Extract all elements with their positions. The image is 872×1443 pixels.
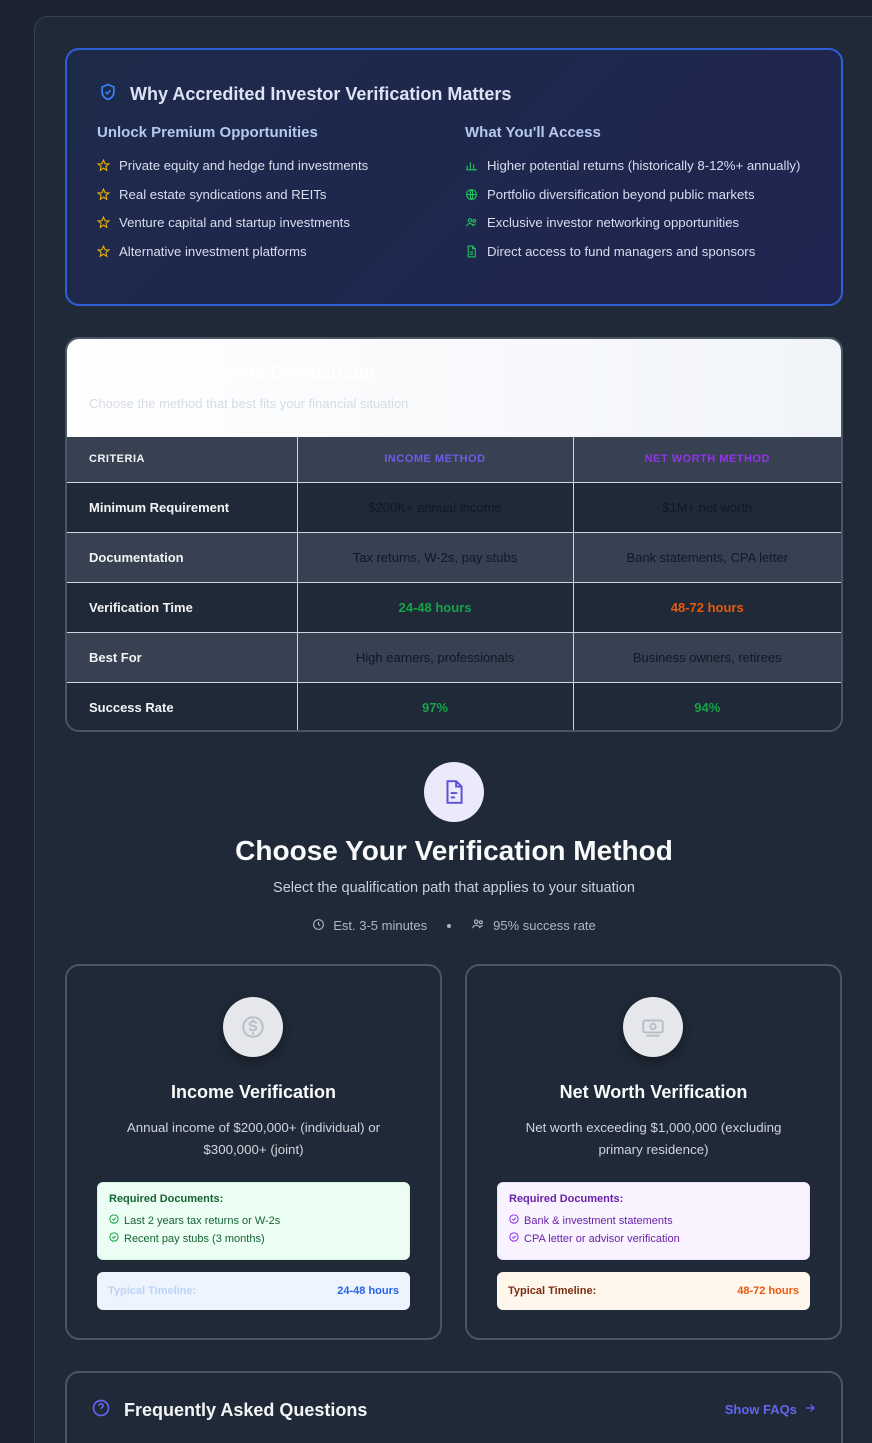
what-youll-access-heading: What You'll Access: [465, 124, 601, 141]
list-item: Real estate syndications and REITs: [96, 185, 437, 206]
arrow-right-icon: [803, 1401, 817, 1418]
table-row: Minimum Requirement $200K+ annual income…: [67, 482, 841, 533]
premium-opportunities-column: Unlock Premium Opportunities Private equ…: [96, 124, 437, 270]
income-required-documents: Required Documents: Last 2 years tax ret…: [97, 1182, 410, 1260]
document-icon: [465, 244, 479, 263]
success-rate: 95% success rate: [471, 917, 596, 934]
comparison-subtitle: Choose the method that best fits your fi…: [89, 396, 409, 411]
help-circle-icon: [91, 1398, 111, 1423]
networth-card-title: Net Worth Verification: [559, 1082, 748, 1102]
income-card-description: Annual income of $200,000+ (individual) …: [126, 1120, 381, 1157]
users-icon: [465, 215, 479, 234]
list-item: Alternative investment platforms: [96, 242, 437, 263]
bar-chart-icon: [465, 158, 479, 177]
choose-method-title: Choose Your Verification Method: [235, 835, 673, 866]
comparison-title: Verification Methods Comparison: [89, 363, 376, 383]
list-item: Portfolio diversification beyond public …: [465, 185, 805, 206]
separator-dot: [447, 923, 452, 928]
shield-check-icon: [98, 82, 118, 107]
networth-required-documents: Required Documents: Bank & investment st…: [497, 1182, 810, 1260]
estimated-time: Est. 3-5 minutes: [312, 918, 427, 934]
check-circle-icon: [509, 1214, 519, 1227]
why-verification-card: Why Accredited Investor Verification Mat…: [65, 48, 843, 306]
dollar-icon: [223, 997, 283, 1057]
choose-method-meta: Est. 3-5 minutes 95% success rate: [0, 917, 872, 934]
list-item: Bank & investment statements: [509, 1214, 798, 1227]
methods-comparison-card: Verification Methods Comparison Choose t…: [65, 337, 843, 732]
list-item: Direct access to fund managers and spons…: [465, 242, 805, 263]
list-item: Last 2 years tax returns or W-2s: [109, 1214, 398, 1227]
check-circle-icon: [509, 1232, 519, 1245]
what-youll-access-column: What You'll Access Higher potential retu…: [465, 124, 805, 270]
faq-title: Frequently Asked Questions: [91, 1398, 367, 1423]
users-icon: [471, 917, 485, 934]
choose-method-subtitle: Select the qualification path that appli…: [273, 880, 635, 896]
faq-section: Frequently Asked Questions Show FAQs: [65, 1371, 843, 1443]
networth-card-description: Net worth exceeding $1,000,000 (excludin…: [525, 1120, 782, 1157]
income-card-title: Income Verification: [170, 1082, 337, 1102]
premium-opportunities-heading: Unlock Premium Opportunities: [97, 124, 318, 141]
globe-icon: [465, 187, 479, 206]
income-verification-card[interactable]: Income Verification Annual income of $20…: [65, 964, 442, 1340]
networth-verification-card[interactable]: Net Worth Verification Net worth exceedi…: [465, 964, 842, 1340]
check-circle-icon: [109, 1214, 119, 1227]
star-icon: [96, 244, 111, 263]
list-item: Venture capital and startup investments: [96, 213, 437, 234]
check-circle-icon: [109, 1232, 119, 1245]
column-header-criteria: Criteria: [67, 437, 298, 483]
comparison-header: Verification Methods Comparison Choose t…: [67, 339, 841, 437]
table-row: Verification Time 24-48 hours 48-72 hour…: [67, 582, 841, 633]
table-row: Documentation Tax returns, W-2s, pay stu…: [67, 532, 841, 583]
column-header-networth: Net Worth Method: [573, 437, 841, 483]
list-item: Recent pay stubs (3 months): [109, 1232, 398, 1245]
why-title: Why Accredited Investor Verification Mat…: [98, 82, 511, 107]
why-title-text: Why Accredited Investor Verification Mat…: [130, 84, 512, 104]
table-row: Success Rate 97% 94%: [67, 682, 841, 730]
show-faqs-button[interactable]: Show FAQs: [725, 1401, 817, 1418]
star-icon: [96, 158, 111, 177]
star-icon: [96, 187, 111, 206]
document-badge-icon: [424, 762, 484, 822]
list-item: Higher potential returns (historically 8…: [465, 156, 805, 177]
column-header-income: Income Method: [297, 437, 574, 483]
list-item: Exclusive investor networking opportunit…: [465, 213, 805, 234]
table-row: Best For High earners, professionals Bus…: [67, 632, 841, 683]
banknote-icon: [623, 997, 683, 1057]
list-item: Private equity and hedge fund investment…: [96, 156, 437, 177]
list-item: CPA letter or advisor verification: [509, 1232, 798, 1245]
networth-timeline: Typical Timeline: 48-72 hours: [497, 1272, 810, 1310]
income-timeline: Typical Timeline: 24-48 hours: [97, 1272, 410, 1310]
clock-icon: [312, 918, 325, 934]
star-icon: [96, 215, 111, 234]
comparison-table: Criteria Income Method Net Worth Method …: [67, 437, 841, 730]
